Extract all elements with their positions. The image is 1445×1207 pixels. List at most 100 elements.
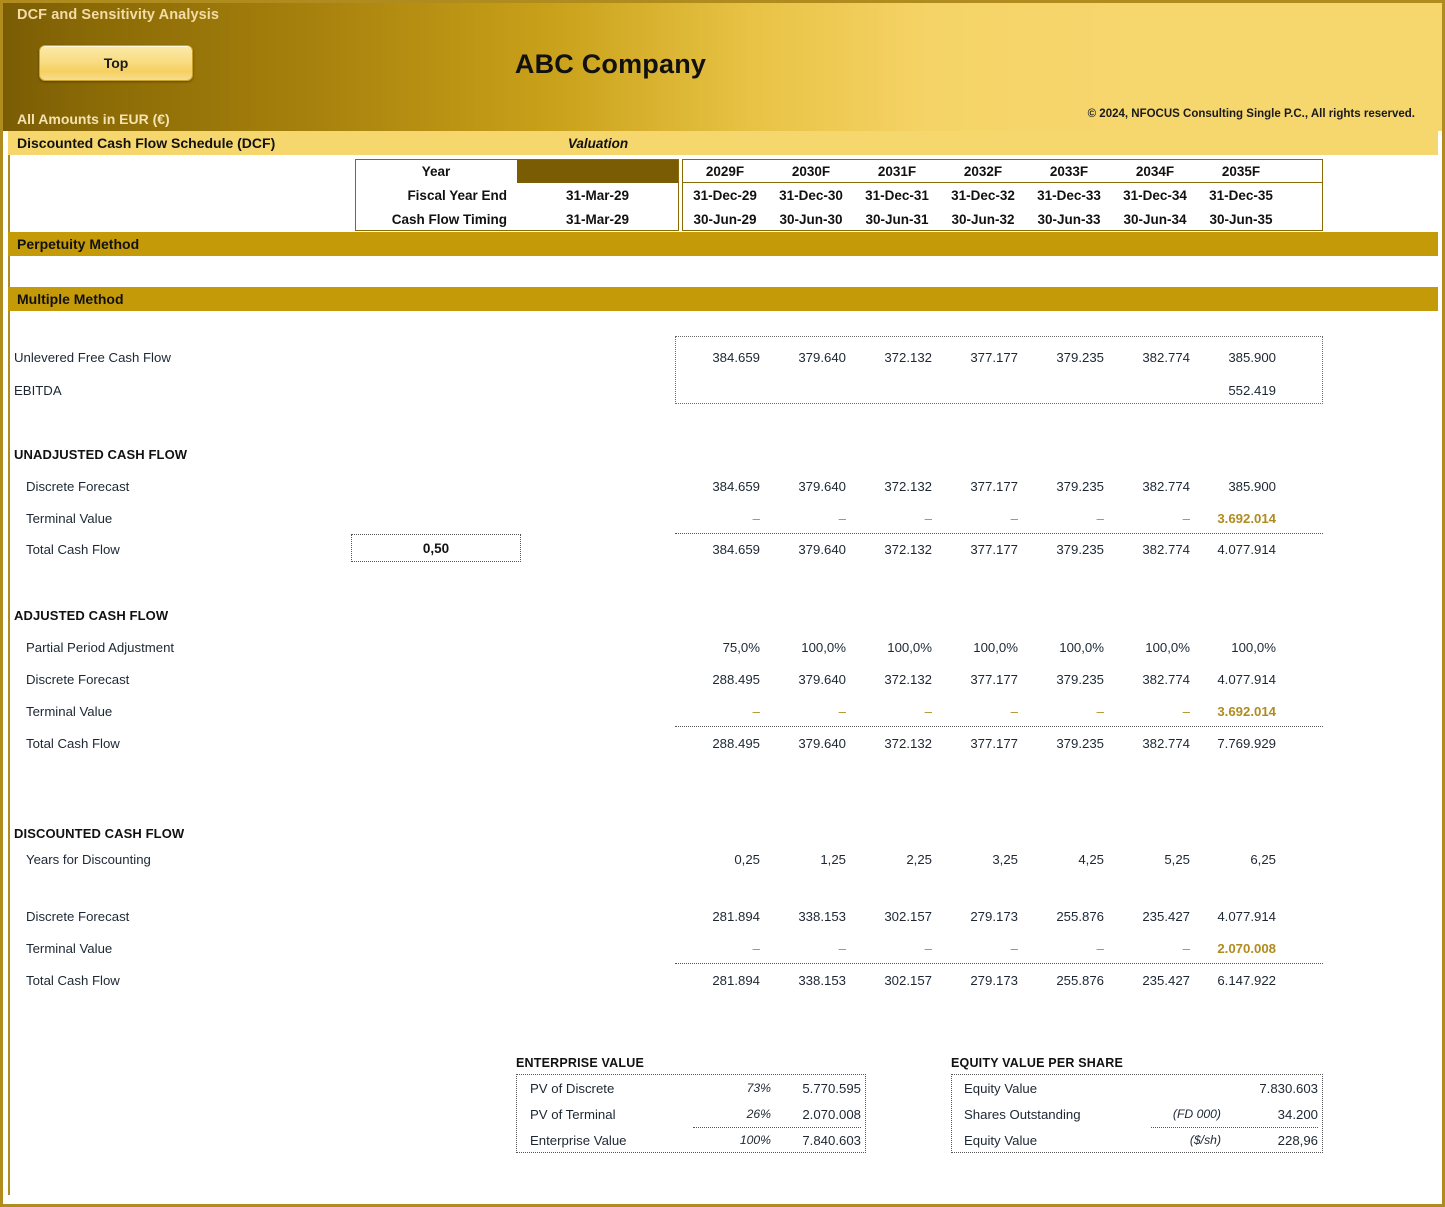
disc-terminal-6: 2.070.008 <box>1217 941 1276 956</box>
unadj-terminal-0: – <box>752 511 760 526</box>
partial-period-factor-input[interactable]: 0,50 <box>351 534 521 562</box>
adjusted-discrete-label: Discrete Forecast <box>26 672 130 687</box>
adj-terminal-4: – <box>1096 704 1104 719</box>
valuation-fiscal-year-end: 31-Mar-29 <box>565 188 630 203</box>
copyright-notice: © 2024, NFOCUS Consulting Single P.C., A… <box>1087 108 1415 120</box>
sheet-title: DCF and Sensitivity Analysis <box>17 7 220 23</box>
cash-flow-timing-1: 30-Jun-30 <box>779 212 843 227</box>
adj-terminal-3: – <box>1010 704 1018 719</box>
ev-row-label-2: Enterprise Value <box>530 1133 627 1148</box>
discounted-subtotal-rule <box>675 963 1323 964</box>
discounted-title: DISCOUNTED CASH FLOW <box>14 826 185 841</box>
unadj-total-1: 379.640 <box>798 542 846 557</box>
unadj-discrete-2: 372.132 <box>884 479 932 494</box>
fiscal-year-end-3: 31-Dec-32 <box>951 188 1015 203</box>
unadj-total-0: 384.659 <box>712 542 760 557</box>
adjusted-total-label: Total Cash Flow <box>26 736 120 751</box>
disc-terminal-1: – <box>838 941 846 956</box>
adj-discrete-5: 382.774 <box>1142 672 1190 687</box>
discounted-total-label: Total Cash Flow <box>26 973 120 988</box>
row-label-cash-flow-timing: Cash Flow Timing <box>391 212 507 227</box>
adj-total-0: 288.495 <box>712 736 760 751</box>
unadj-discrete-4: 379.235 <box>1056 479 1104 494</box>
multiple-method-band: Multiple Method <box>8 287 1438 311</box>
year-col-5: 2034F <box>1135 164 1175 179</box>
sheet-left-rule <box>8 155 10 1195</box>
unadjusted-title: UNADJUSTED CASH FLOW <box>14 447 188 462</box>
cash-flow-timing-2: 30-Jun-31 <box>865 212 929 227</box>
unadj-total-5: 382.774 <box>1142 542 1190 557</box>
page-header: DCF and Sensitivity Analysis Top ABC Com… <box>3 3 1442 131</box>
ufcf-3: 377.177 <box>970 350 1018 365</box>
eq-row-value-2: 228,96 <box>1277 1133 1318 1148</box>
unadj-terminal-2: – <box>924 511 932 526</box>
enterprise-value-rule <box>693 1127 861 1128</box>
equity-value-rule <box>1151 1127 1318 1128</box>
cash-flow-timing-4: 30-Jun-33 <box>1037 212 1101 227</box>
adj-partial-4: 100,0% <box>1059 640 1104 655</box>
ev-row-value-0: 5.770.595 <box>802 1081 861 1096</box>
disc-discrete-3: 279.173 <box>970 909 1018 924</box>
dcf-worksheet: DCF and Sensitivity Analysis Top ABC Com… <box>0 0 1445 1207</box>
eq-row-value-1: 34.200 <box>1277 1107 1318 1122</box>
adj-discrete-0: 288.495 <box>712 672 760 687</box>
disc-discrete-1: 338.153 <box>798 909 846 924</box>
unadj-terminal-1: – <box>838 511 846 526</box>
disc-total-1: 338.153 <box>798 973 846 988</box>
adjusted-subtotal-rule <box>675 726 1323 727</box>
discounted-discrete-label: Discrete Forecast <box>26 909 130 924</box>
adj-partial-6: 100,0% <box>1231 640 1276 655</box>
year-col-0: 2029F <box>705 164 745 179</box>
valuation-cash-flow-timing: 31-Mar-29 <box>565 212 630 227</box>
disc-years-5: 5,25 <box>1164 852 1190 867</box>
disc-terminal-5: – <box>1182 941 1190 956</box>
eq-row-label-2: Equity Value <box>964 1133 1038 1148</box>
fiscal-year-end-4: 31-Dec-33 <box>1037 188 1101 203</box>
years-for-discounting-label: Years for Discounting <box>26 852 151 867</box>
adj-discrete-3: 377.177 <box>970 672 1018 687</box>
disc-total-4: 255.876 <box>1056 973 1104 988</box>
ev-row-value-1: 2.070.008 <box>802 1107 861 1122</box>
year-col-1: 2030F <box>791 164 831 179</box>
cash-flow-timing-5: 30-Jun-34 <box>1123 212 1187 227</box>
ufcf-5: 382.774 <box>1142 350 1190 365</box>
disc-total-3: 279.173 <box>970 973 1018 988</box>
dcf-schedule-band: Discounted Cash Flow Schedule (DCF) <box>8 131 1438 155</box>
adj-partial-3: 100,0% <box>973 640 1018 655</box>
unadj-discrete-5: 382.774 <box>1142 479 1190 494</box>
disc-terminal-4: – <box>1096 941 1104 956</box>
adj-partial-1: 100,0% <box>801 640 846 655</box>
ev-row-pct-1: 26% <box>746 1107 771 1121</box>
disc-discrete-2: 302.157 <box>884 909 932 924</box>
disc-discrete-5: 235.427 <box>1142 909 1190 924</box>
disc-years-4: 4,25 <box>1078 852 1104 867</box>
amounts-note: All Amounts in EUR (€) <box>17 111 170 127</box>
cash-flow-timing-0: 30-Jun-29 <box>693 212 757 227</box>
adj-terminal-1: – <box>838 704 846 719</box>
unadj-total-6: 4.077.914 <box>1217 542 1276 557</box>
year-col-4: 2033F <box>1049 164 1089 179</box>
adj-total-6: 7.769.929 <box>1217 736 1276 751</box>
unadj-discrete-6: 385.900 <box>1228 479 1276 494</box>
fiscal-year-end-2: 31-Dec-31 <box>865 188 929 203</box>
equity-value-title: EQUITY VALUE PER SHARE <box>951 1056 1124 1070</box>
disc-years-2: 2,25 <box>906 852 932 867</box>
unadj-total-4: 379.235 <box>1056 542 1104 557</box>
adj-terminal-2: – <box>924 704 932 719</box>
adjusted-terminal-label: Terminal Value <box>26 704 113 719</box>
disc-total-2: 302.157 <box>884 973 932 988</box>
ebitda-label: EBITDA <box>14 383 62 398</box>
discounted-terminal-label: Terminal Value <box>26 941 113 956</box>
perpetuity-method-band: Perpetuity Method <box>8 232 1438 256</box>
year-col-6: 2035F <box>1221 164 1261 179</box>
ufcf-0: 384.659 <box>712 350 760 365</box>
unadj-terminal-4: – <box>1096 511 1104 526</box>
disc-years-0: 0,25 <box>734 852 760 867</box>
fiscal-year-end-5: 31-Dec-34 <box>1123 188 1187 203</box>
eq-row-value-0: 7.830.603 <box>1259 1081 1318 1096</box>
fiscal-year-end-0: 31-Dec-29 <box>693 188 757 203</box>
perpetuity-method-label: Perpetuity Method <box>17 236 140 252</box>
adj-discrete-1: 379.640 <box>798 672 846 687</box>
unadjusted-terminal-label: Terminal Value <box>26 511 113 526</box>
unadj-total-2: 372.132 <box>884 542 932 557</box>
